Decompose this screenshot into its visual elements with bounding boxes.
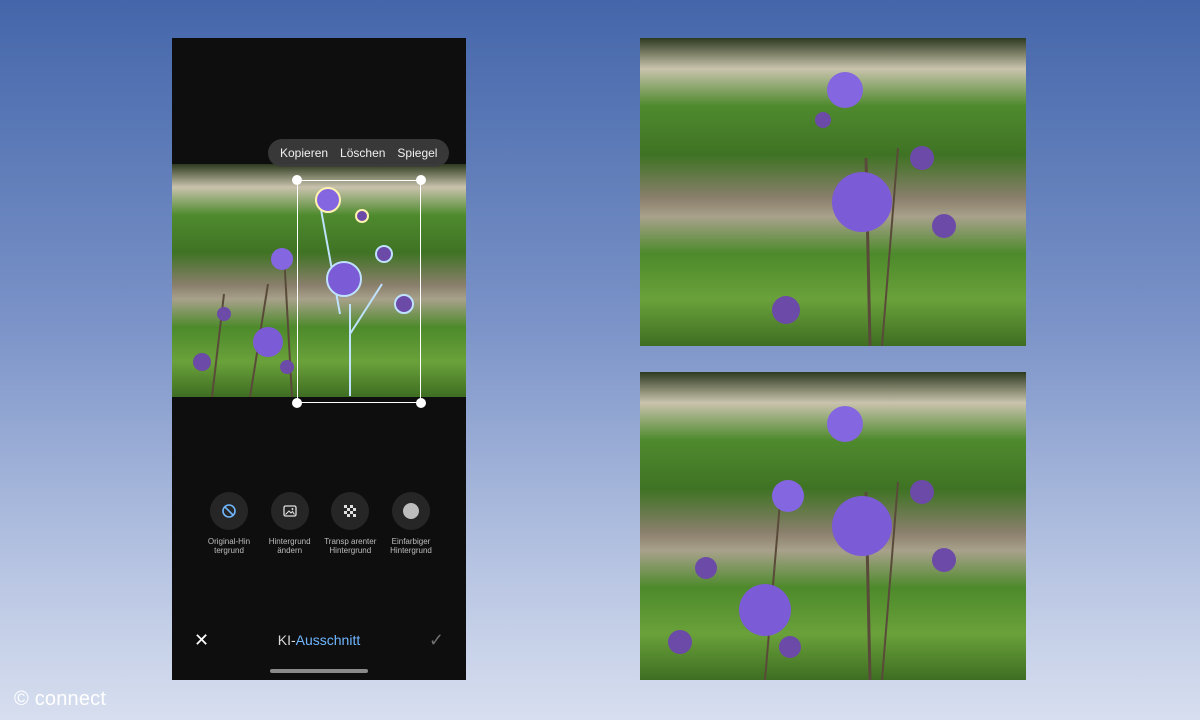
- title-highlight: Ausschnitt: [295, 632, 361, 648]
- resize-handle-top-right[interactable]: [416, 175, 426, 185]
- bottom-bar: ✕ KI-Ausschnitt ✓: [172, 626, 466, 654]
- option-label: Transp arenter Hintergrund: [324, 537, 377, 555]
- ban-icon: [210, 492, 248, 530]
- rotate-handle-bottom-right[interactable]: [416, 398, 426, 408]
- resize-handle-bottom-left[interactable]: [292, 398, 302, 408]
- result-photo-svg: [668, 406, 956, 680]
- result-photo: [640, 372, 1026, 680]
- option-original-background[interactable]: Original-Hin tergrund: [200, 492, 258, 555]
- option-label: Einfarbiger Hintergrund: [390, 537, 432, 555]
- solid-circle-icon: [391, 492, 430, 530]
- mirror-menu-item[interactable]: Spiegel: [397, 146, 437, 160]
- connect-logo: © connect: [14, 688, 107, 710]
- screen-title: KI-Ausschnitt: [278, 632, 360, 648]
- selection-frame[interactable]: [297, 180, 421, 403]
- background-options: Original-Hin tergrund Hintergrund ändern…: [200, 492, 440, 555]
- title-prefix: KI-: [277, 632, 296, 648]
- original-photo-svg: [772, 72, 956, 346]
- copy-menu-item[interactable]: Kopieren: [280, 146, 328, 160]
- resize-handle-top-left[interactable]: [292, 175, 302, 185]
- option-change-background[interactable]: Hintergrund ändern: [261, 492, 319, 555]
- phone-screen: Kopieren Löschen Spiegel Original-Hin te…: [172, 38, 466, 680]
- close-icon[interactable]: ✕: [194, 630, 209, 651]
- option-transparent-background[interactable]: Transp arenter Hintergrund: [321, 492, 379, 555]
- home-indicator: [270, 669, 368, 673]
- delete-menu-item[interactable]: Löschen: [340, 146, 385, 160]
- context-menu: Kopieren Löschen Spiegel: [268, 139, 450, 167]
- confirm-icon[interactable]: ✓: [429, 630, 444, 651]
- option-label: Hintergrund ändern: [268, 537, 311, 555]
- option-solid-background[interactable]: Einfarbiger Hintergrund: [382, 492, 440, 555]
- original-photo: [640, 38, 1026, 346]
- image-icon: [270, 492, 309, 530]
- option-label: Original-Hin tergrund: [207, 537, 251, 555]
- checkerboard-icon: [331, 492, 370, 530]
